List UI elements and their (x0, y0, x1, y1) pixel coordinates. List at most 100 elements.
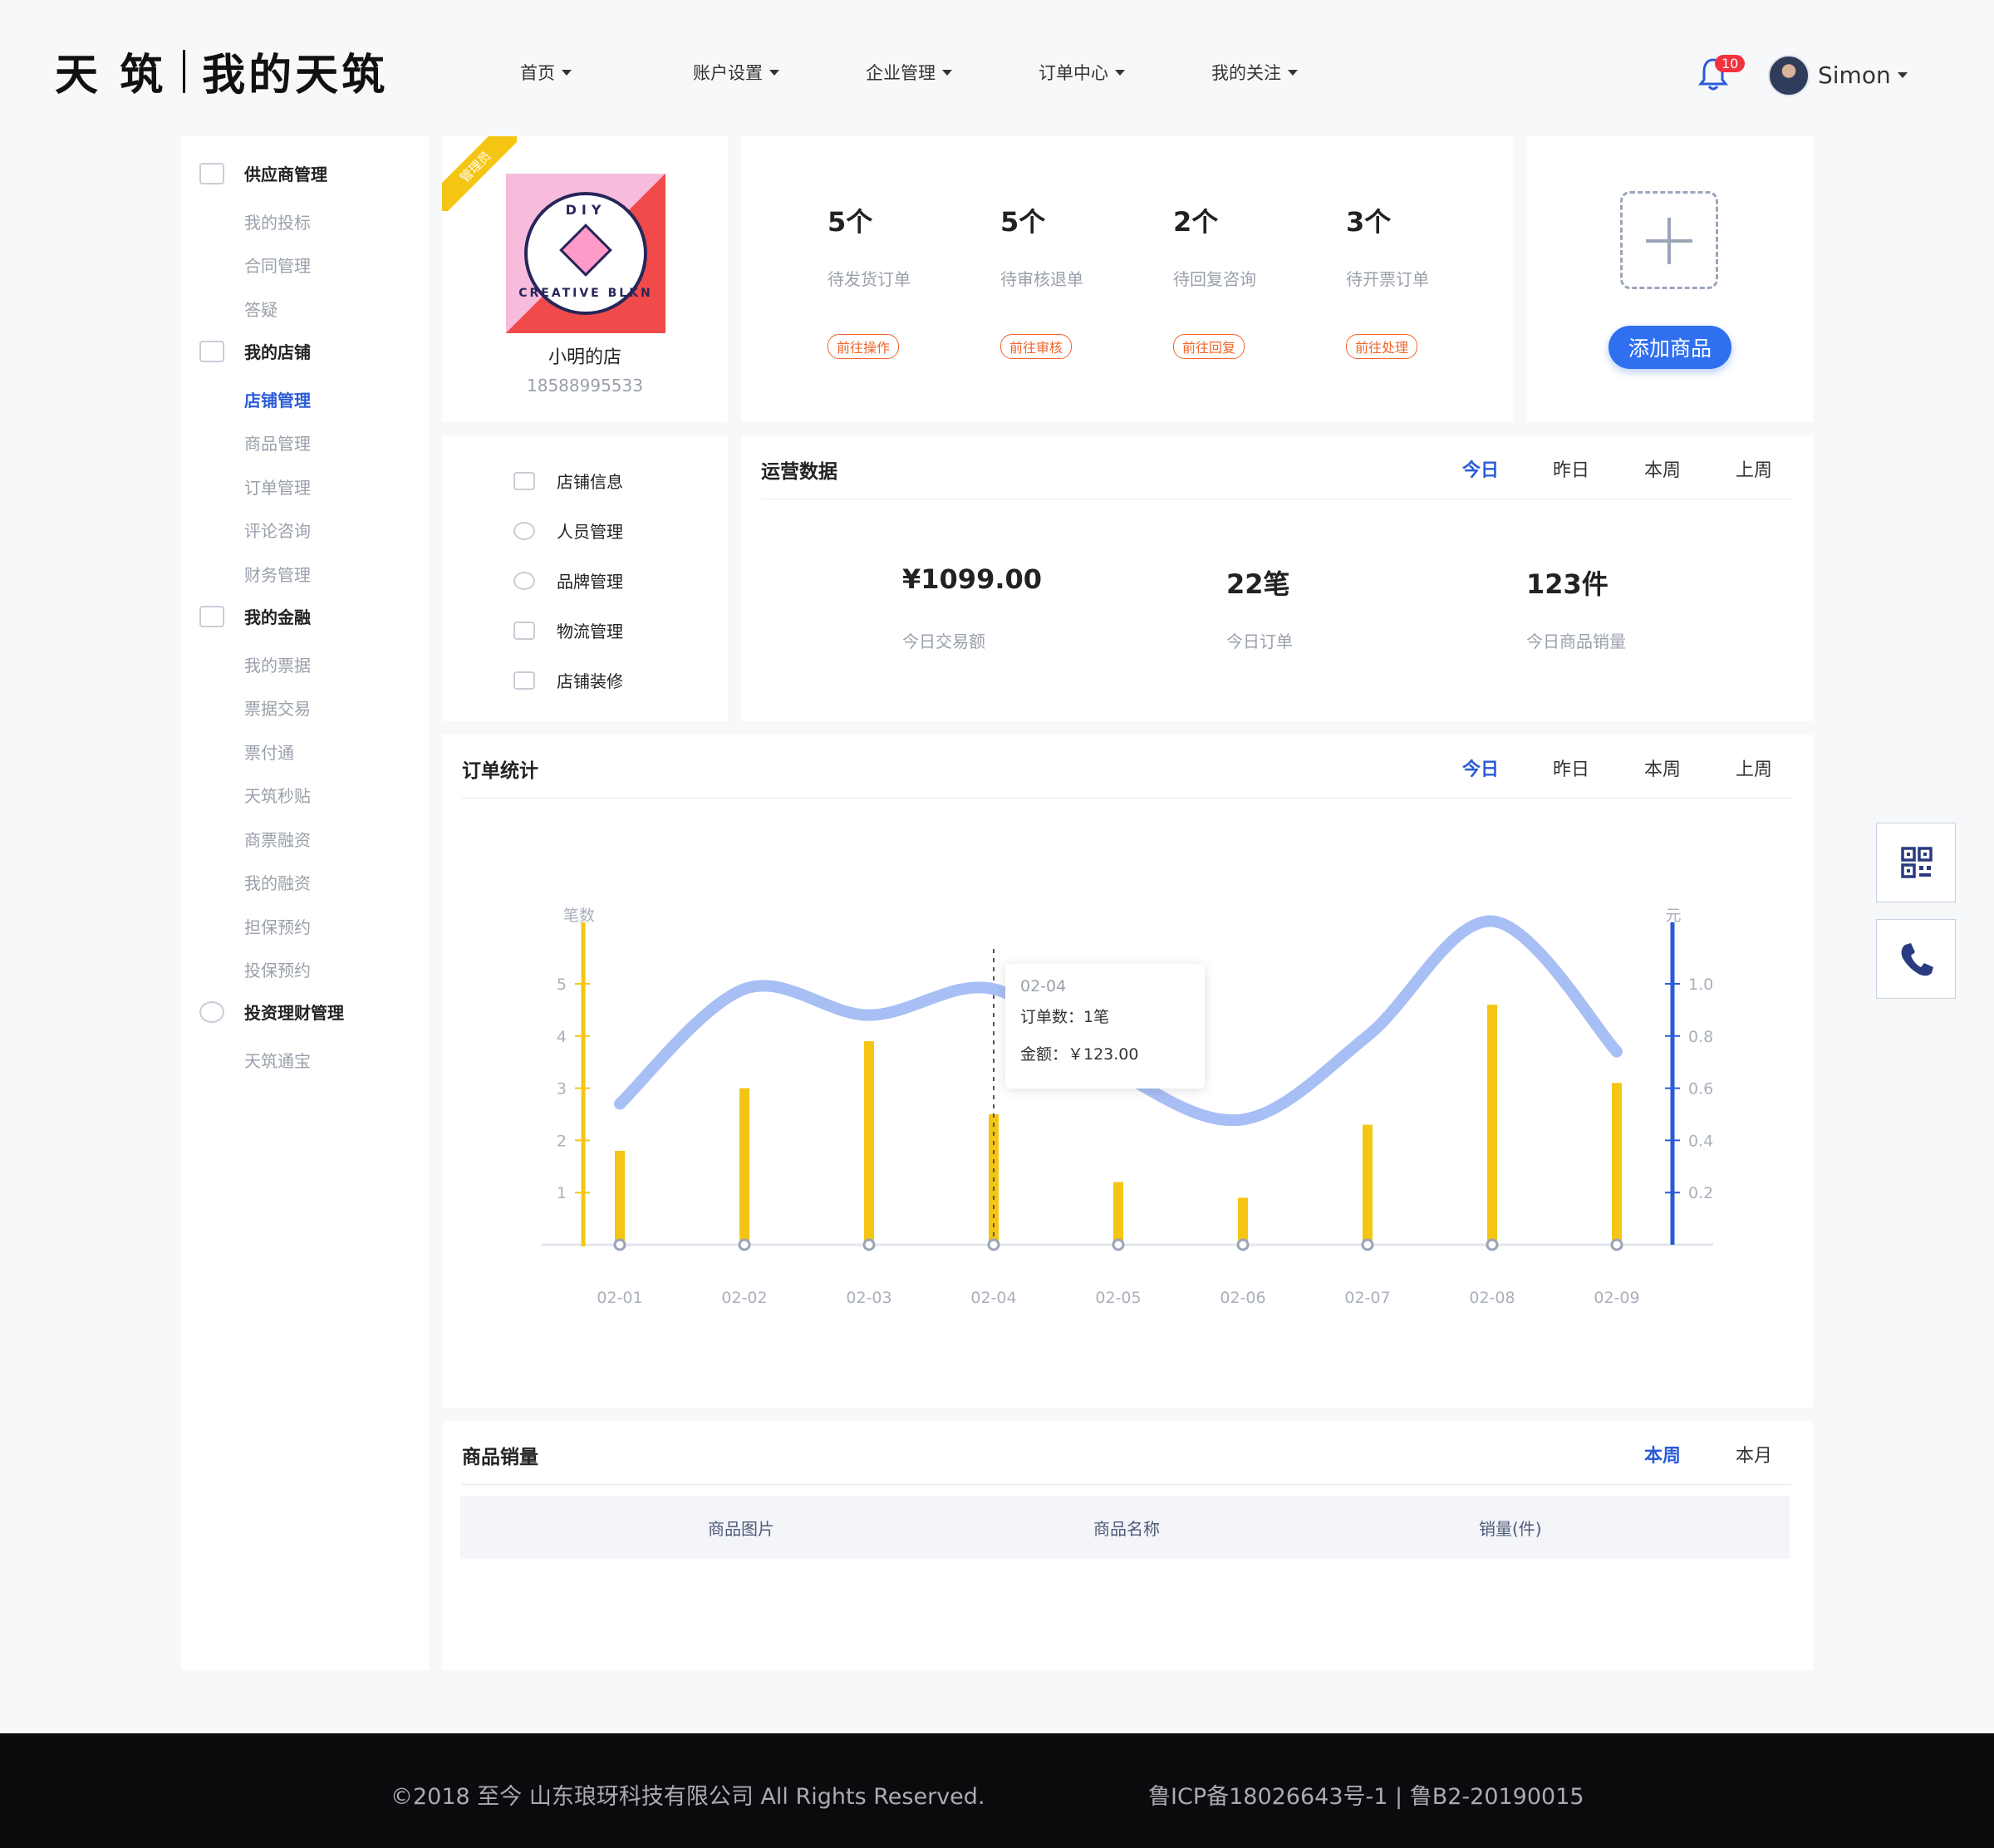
caret-down-icon (942, 69, 952, 76)
sidebar-item-miaotie[interactable]: 天筑秒贴 (244, 783, 311, 807)
bar-02-06 (1238, 1197, 1248, 1245)
tab-last-week[interactable]: 上周 (1736, 455, 1772, 482)
sidebar-item-bills[interactable]: 我的票据 (244, 652, 311, 676)
site-logo[interactable]: 天 筑 我的天筑 (55, 40, 388, 102)
nav-following[interactable]: 我的关注 (1190, 60, 1363, 85)
person-icon (513, 521, 535, 540)
axis-point-02-04 (987, 1238, 1000, 1251)
qr-code-button[interactable] (1876, 823, 1956, 902)
goto-reply-button[interactable]: 前往回复 (1173, 334, 1245, 359)
bar-02-01 (615, 1150, 625, 1245)
logo-divider (183, 49, 186, 93)
sidebar-item-piaofutong[interactable]: 票付通 (244, 740, 294, 764)
caret-down-icon (1115, 69, 1125, 76)
sidebar-group-my-finance[interactable]: 我的金融 (181, 604, 311, 628)
plus-icon[interactable] (1620, 191, 1718, 289)
sidebar-item-commercial-financing[interactable]: 商票融资 (244, 827, 311, 851)
sidebar-item-insurance-booking[interactable]: 投保预约 (244, 957, 311, 981)
goto-process-button[interactable]: 前往处理 (1346, 334, 1418, 359)
bar-02-02 (739, 1088, 749, 1245)
col-product-name[interactable]: 商品名称 (1093, 1516, 1160, 1540)
x-tick-label: 02-05 (1095, 1289, 1141, 1307)
bar-02-07 (1363, 1124, 1373, 1245)
sidebar-item-orders[interactable]: 订单管理 (244, 474, 311, 499)
tab-today[interactable]: 今日 (1462, 455, 1499, 482)
x-tick-label: 02-06 (1220, 1289, 1265, 1307)
menu-store-info[interactable]: 店铺信息 (513, 469, 623, 493)
stat-pending-reply-label: 待回复咨询 (1173, 269, 1256, 289)
sidebar: 供应商管理 我的投标 合同管理 答疑 我的店铺 店铺管理 商品管理 订单管理 评… (181, 136, 429, 1670)
stat-pending-invoice-count: 3个 (1346, 206, 1392, 238)
sidebar-item-qa[interactable]: 答疑 (244, 297, 277, 321)
sidebar-item-tongbao[interactable]: 天筑通宝 (244, 1048, 311, 1072)
divider (462, 1484, 1791, 1485)
x-tick-label: 02-02 (721, 1289, 767, 1307)
metric-revenue-value: ¥1099.00 (902, 563, 1043, 595)
stat-pending-refund-count: 5个 (1000, 206, 1046, 238)
sidebar-group-investment[interactable]: 投资理财管理 (181, 1000, 344, 1024)
tooltip-orders: 订单数：1笔 (1020, 1008, 1110, 1026)
metric-orders-label: 今日订单 (1226, 632, 1293, 651)
tab-this-week[interactable]: 本周 (1644, 1441, 1681, 1467)
goto-review-button[interactable]: 前往审核 (1000, 334, 1073, 359)
metric-orders-value: 22笔 (1226, 568, 1290, 600)
nav-label: 首页 (520, 63, 555, 83)
bar-02-05 (1113, 1182, 1123, 1245)
metric-sales-value: 123件 (1526, 568, 1608, 600)
phone-icon (1901, 943, 1933, 976)
sidebar-group-label: 我的店铺 (244, 342, 311, 362)
sidebar-item-my-financing[interactable]: 我的融资 (244, 870, 311, 894)
sidebar-item-bill-trading[interactable]: 票据交易 (244, 695, 311, 720)
tab-yesterday[interactable]: 昨日 (1553, 455, 1589, 482)
nav-orders[interactable]: 订单中心 (1017, 60, 1190, 85)
sidebar-group-supplier[interactable]: 供应商管理 (181, 161, 327, 185)
store-icon (513, 471, 535, 490)
phone-button[interactable] (1876, 919, 1956, 999)
bar-02-03 (864, 1041, 874, 1245)
user-menu[interactable]: Simon (1818, 61, 1908, 89)
bar-02-08 (1487, 1005, 1497, 1245)
add-product-button[interactable]: 添加商品 (1608, 326, 1731, 369)
nav-home[interactable]: 首页 (498, 60, 671, 85)
menu-decoration[interactable]: 店铺装修 (513, 668, 623, 692)
nav-account-settings[interactable]: 账户设置 (671, 60, 844, 85)
sidebar-item-bids[interactable]: 我的投标 (244, 209, 311, 233)
right-tick-label: 0.2 (1688, 1184, 1713, 1202)
tab-this-week[interactable]: 本周 (1644, 455, 1681, 482)
sidebar-item-guarantee-booking[interactable]: 担保预约 (244, 914, 311, 938)
sales-table-header: 商品图片 商品名称 销量(件) (460, 1496, 1790, 1559)
tab-this-month[interactable]: 本月 (1736, 1441, 1772, 1467)
nav-enterprise[interactable]: 企业管理 (844, 60, 1017, 85)
nav-label: 账户设置 (693, 63, 763, 83)
goto-operate-button[interactable]: 前往操作 (828, 334, 900, 359)
col-product-image[interactable]: 商品图片 (708, 1516, 774, 1540)
x-tick-label: 02-07 (1344, 1289, 1390, 1307)
menu-brand[interactable]: 品牌管理 (513, 568, 623, 592)
sidebar-item-reviews[interactable]: 评论咨询 (244, 518, 311, 542)
logo-text-top: DIY (565, 202, 607, 218)
sidebar-item-finance[interactable]: 财务管理 (244, 562, 311, 586)
caret-down-icon (1288, 69, 1298, 76)
sidebar-item-store-management[interactable]: 店铺管理 (244, 387, 311, 411)
shop-logo[interactable]: DIY CREATIVE BLKN (506, 174, 665, 333)
sidebar-item-products[interactable]: 商品管理 (244, 430, 311, 455)
col-sales-qty[interactable]: 销量(件) (1479, 1516, 1542, 1540)
axis-point-02-06 (1236, 1238, 1250, 1251)
sales-title: 商品销量 (462, 1447, 538, 1468)
username: Simon (1818, 61, 1891, 89)
menu-label: 人员管理 (557, 522, 623, 542)
logo-title: 我的天筑 (202, 51, 389, 101)
bar-02-09 (1612, 1083, 1622, 1245)
qr-code-icon (1901, 847, 1933, 878)
x-tick-label: 02-04 (970, 1289, 1016, 1307)
avatar[interactable] (1768, 55, 1810, 96)
stat-pending-invoice-label: 待开票订单 (1346, 269, 1429, 289)
sidebar-group-label: 投资理财管理 (244, 1003, 344, 1023)
operations-card: 运营数据 今日 昨日 本周 上周 ¥1099.00 今日交易额 22笔 今日订单… (741, 435, 1813, 721)
menu-logistics[interactable]: 物流管理 (513, 618, 623, 642)
axis-point-02-09 (1610, 1238, 1623, 1251)
store-icon (199, 340, 224, 362)
menu-staff[interactable]: 人员管理 (513, 519, 623, 543)
sidebar-item-contracts[interactable]: 合同管理 (244, 253, 311, 277)
sidebar-group-store[interactable]: 我的店铺 (181, 339, 311, 363)
